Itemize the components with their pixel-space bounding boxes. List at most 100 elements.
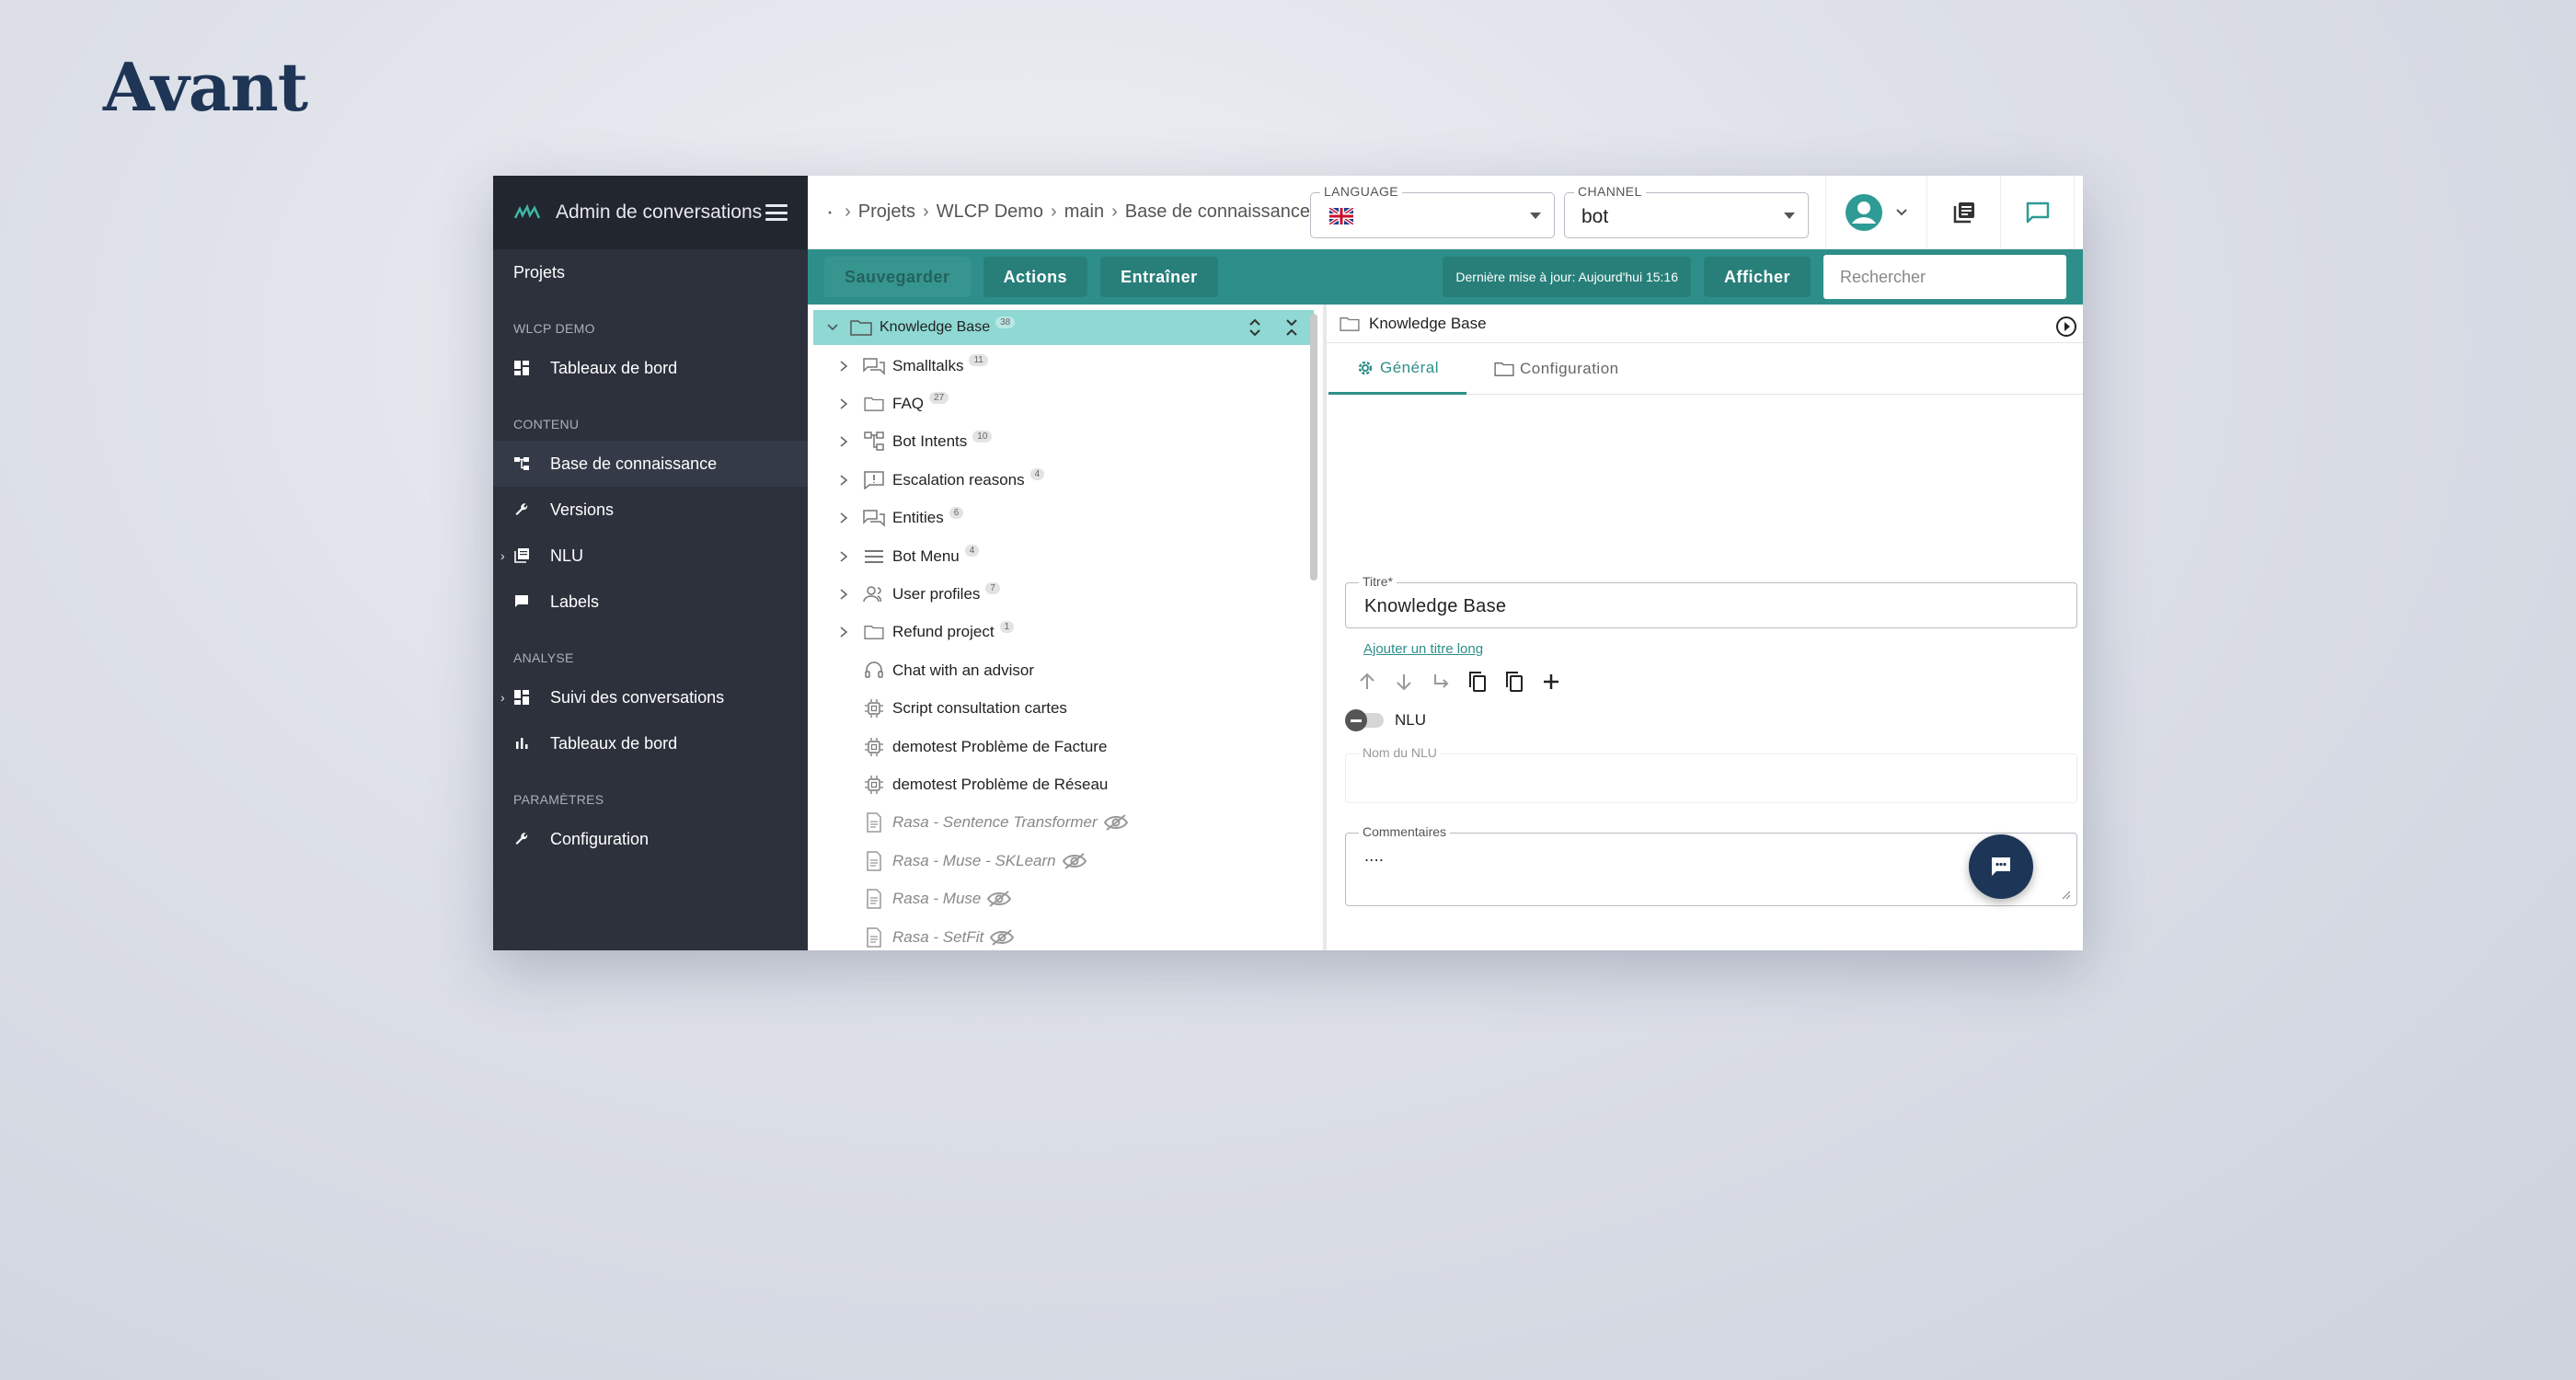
train-button[interactable]: Entraîner [1100,257,1218,297]
title-field-value: Knowledge Base [1364,596,1507,616]
toggle-switch[interactable] [1345,709,1384,731]
comments-value: .... [1364,846,1385,865]
channel-select[interactable]: CHANNEL bot [1564,183,1809,238]
nlu-name-field[interactable]: Nom du NLU [1345,745,2077,803]
tree-icon [513,455,530,472]
eye-off-icon [983,928,1015,947]
actions-button[interactable]: Actions [983,257,1088,297]
tree-row[interactable]: Rasa - SetFit [808,918,1015,950]
tree-row[interactable]: demotest Problème de Facture [808,728,1107,765]
tree-row-label: Rasa - Sentence Transformer [892,813,1098,832]
sidebar-item-nlu[interactable]: › NLU [493,533,808,579]
tree-row[interactable]: User profiles 7 [808,575,1000,613]
eye-off-icon [1098,813,1129,832]
app-logo [513,203,541,219]
tab-configuration[interactable]: Configuration [1466,343,1647,395]
move-into-icon[interactable] [1422,663,1459,700]
tree-row[interactable]: Rasa - Sentence Transformer [808,804,1129,842]
chevron-right-icon[interactable] [837,626,850,638]
tree-row[interactable]: Bot Intents 10 [808,423,993,461]
chevron-right-icon[interactable] [837,435,850,448]
tree-row[interactable]: Escalation reasons 4 [808,461,1045,499]
chat-button[interactable] [2001,176,2075,249]
tree-row[interactable]: FAQ 27 [808,385,949,422]
expand-collapse-icon[interactable] [1246,316,1264,339]
chevron-down-icon[interactable] [826,321,839,334]
nlu-toggle[interactable]: NLU [1345,709,1426,731]
menu-icon [863,546,885,567]
eye-off-icon [981,890,1012,908]
add-icon[interactable] [1533,663,1570,700]
document-icon [863,926,885,948]
sidebar-item-label: Suivi des conversations [550,687,725,707]
show-button[interactable]: Afficher [1703,257,1811,297]
user-menu-button[interactable] [1826,176,1927,249]
tree-row[interactable]: Rasa - Muse - SKLearn [808,842,1087,880]
tree-row[interactable]: Smalltalks 11 [808,347,988,385]
dashboard-icon [513,360,530,376]
tree-row-label: Bot Intents [892,432,968,451]
chevron-right-icon[interactable] [837,360,850,373]
chat-bubble-icon [1992,857,2010,876]
tree-row[interactable]: Rasa - Muse [808,880,1012,918]
tab-general[interactable]: Général [1328,343,1466,395]
tree-row[interactable]: Refund project 1 [808,614,1015,651]
folder-icon [1340,316,1360,331]
resize-handle-icon[interactable] [2062,891,2071,900]
tree-row[interactable]: Entities 6 [808,500,964,537]
channel-label: CHANNEL [1574,183,1646,199]
chat-fab-button[interactable] [1969,834,2033,899]
sidebar-item-label: Versions [550,500,615,519]
language-select[interactable]: LANGUAGE [1310,183,1555,238]
tree-scrollbar[interactable] [1310,314,1317,581]
hamburger-menu-icon[interactable] [765,204,788,221]
move-down-icon[interactable] [1386,663,1422,700]
chevron-right-icon[interactable] [837,397,850,410]
sidebar-item-conversation-tracking[interactable]: › Suivi des conversations [493,674,808,720]
uk-flag-icon [1329,207,1353,224]
folder-icon [863,622,885,642]
sidebar-item-versions[interactable]: Versions [493,487,808,533]
breadcrumb-projects[interactable]: Projets [858,201,915,223]
tree-row[interactable]: demotest Problème de Réseau [808,765,1108,803]
tree-row[interactable]: Chat with an advisor [808,651,1034,689]
sidebar-item-configuration[interactable]: Configuration [493,816,808,862]
comments-field[interactable]: Commentaires .... [1345,824,2077,906]
home-icon[interactable] [828,203,832,222]
chevron-right-icon[interactable] [837,512,850,524]
sidebar-item-analytics-dashboards[interactable]: Tableaux de bord [493,720,808,766]
sidebar-projects-link[interactable]: Projets [493,249,808,295]
library-button[interactable] [1927,176,2001,249]
chevron-right-icon[interactable] [837,550,850,563]
sidebar-item-label: Tableaux de bord [550,733,678,753]
tree-row-label: demotest Problème de Réseau [892,775,1109,793]
tree-row[interactable]: Bot Menu 4 [808,537,980,575]
tree-row-label: Rasa - Muse - SKLearn [892,851,1056,869]
sidebar-item-label: Base de connaissance [550,454,718,473]
document-icon [863,812,885,834]
chat-folder-icon [863,356,885,376]
chevron-right-icon[interactable] [837,588,850,601]
tree-root-row[interactable]: Knowledge Base 38 [813,310,1314,345]
duplicate-icon[interactable] [1496,663,1533,700]
copy-icon[interactable] [1459,663,1496,700]
breadcrumb-project[interactable]: WLCP Demo [937,201,1043,223]
document-icon [863,889,885,909]
count-badge: 10 [972,430,993,443]
tree-root-label: Knowledge Base [880,319,991,335]
sidebar-item-knowledge-base[interactable]: Base de connaissance [493,441,808,487]
collapse-all-icon[interactable] [1282,316,1301,339]
sidebar-item-dashboards[interactable]: Tableaux de bord [493,345,808,391]
title-field[interactable]: Titre* Knowledge Base [1345,574,2077,628]
play-icon[interactable] [2055,316,2077,338]
tree-row[interactable]: Script consultation cartes [808,690,1067,728]
sidebar-item-labels[interactable]: Labels [493,579,808,625]
move-up-icon[interactable] [1349,663,1386,700]
add-long-title-link[interactable]: Ajouter un titre long [1363,641,1483,657]
breadcrumb-branch[interactable]: main [1064,201,1104,223]
search-input[interactable]: Rechercher [1823,255,2066,299]
save-button[interactable]: Sauvegarder [824,257,971,297]
chevron-right-icon[interactable] [837,474,850,487]
knowledge-tree: Knowledge Base 38 Smalltalks 11 FAQ 27 Bot I… [808,305,1323,950]
breadcrumb: › Projets › WLCP Demo › main › Base de c… [808,201,1310,223]
